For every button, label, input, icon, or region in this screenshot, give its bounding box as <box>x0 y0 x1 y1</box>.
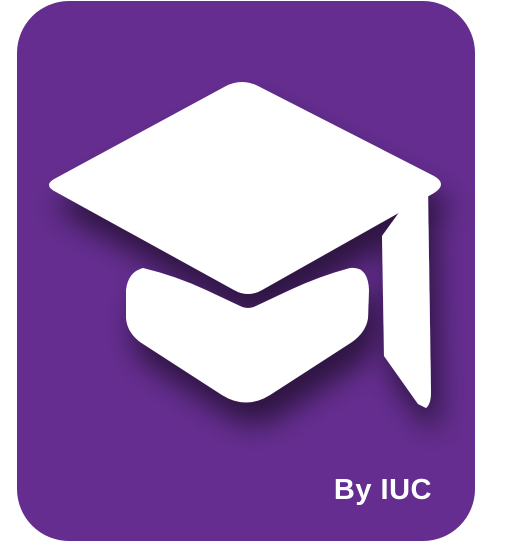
graduation-cap-icon <box>49 82 441 408</box>
app-icon: By IUC <box>0 0 512 541</box>
tassel <box>382 190 431 408</box>
cap-shapes <box>49 82 441 408</box>
mortarboard-top <box>49 82 441 294</box>
byline-label: By IUC <box>333 474 432 506</box>
